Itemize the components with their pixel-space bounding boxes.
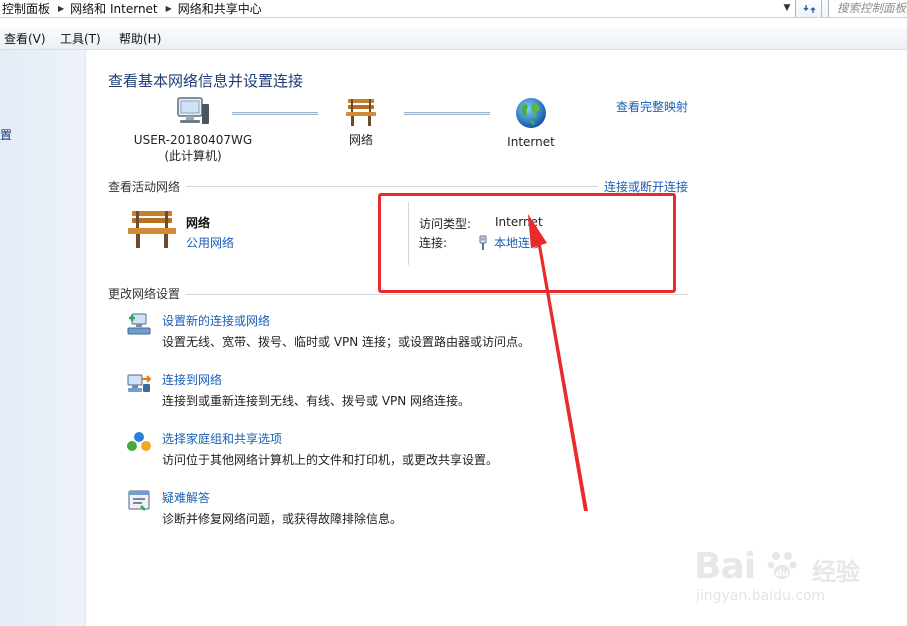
computer-icon [177, 97, 209, 124]
watermark-brand: Bai [694, 546, 756, 587]
troubleshoot-icon [128, 490, 150, 511]
section-divider [186, 294, 688, 295]
connect-to-network-desc: 连接到或重新连接到无线、有线、拨号或 VPN 网络连接。 [162, 394, 471, 408]
internet-label: Internet [507, 135, 555, 149]
view-full-map-link[interactable]: 查看完整映射 [616, 98, 688, 115]
baidu-jingyan-watermark: Bai du 经验 jingyan.baidu.com [694, 538, 894, 618]
nav-link-partial[interactable]: 置 [0, 126, 12, 143]
breadcrumb[interactable]: 控制面板 ▶ 网络和 Internet ▶ 网络和共享中心 [0, 0, 796, 17]
bench-icon [128, 211, 176, 248]
menu-help[interactable]: 帮助(H) [119, 30, 169, 47]
network-label: 网络 [348, 133, 373, 147]
menu-tools[interactable]: 工具(T) [60, 30, 115, 47]
active-networks-header: 查看活动网络 [108, 180, 181, 194]
paw-icon: du [767, 552, 797, 579]
page-title: 查看基本网络信息并设置连接 [108, 72, 304, 90]
menubar: 查看(V) 工具(T) 帮助(H) [0, 28, 907, 50]
homegroup-sharing-link[interactable]: 选择家庭组和共享选项 [162, 430, 282, 447]
address-dropdown-icon[interactable]: ▼ [778, 0, 796, 17]
troubleshoot-link[interactable]: 疑难解答 [162, 489, 210, 506]
breadcrumb-control-panel[interactable]: 控制面板 [0, 0, 54, 17]
map-connector-line [404, 112, 490, 115]
network-map-internet[interactable]: Internet [500, 96, 562, 150]
setup-new-connection-desc: 设置无线、宽带、拨号、临时或 VPN 连接；或设置路由器或访问点。 [162, 335, 531, 349]
setup-new-connection-link[interactable]: 设置新的连接或网络 [162, 312, 270, 329]
breadcrumb-separator-icon[interactable]: ▶ [162, 4, 176, 13]
refresh-icon [803, 5, 815, 13]
network-map-computer[interactable]: USER-20180407WG (此计算机) [128, 96, 258, 164]
homegroup-icon [127, 432, 151, 451]
search-input[interactable]: 搜索控制面板 [828, 0, 907, 17]
address-bar: 控制面板 ▶ 网络和 Internet ▶ 网络和共享中心 ▼ 搜索控制面板 [0, 0, 907, 18]
menu-view[interactable]: 查看(V) [4, 30, 56, 47]
homegroup-sharing-desc: 访问位于其他网络计算机上的文件和打印机，或更改共享设置。 [162, 453, 499, 467]
breadcrumb-network-sharing-center[interactable]: 网络和共享中心 [176, 0, 266, 17]
bench-icon [346, 99, 376, 126]
troubleshoot-desc: 诊断并修复网络问题，或获得故障排除信息。 [162, 512, 403, 526]
new-connection-icon [127, 313, 151, 335]
public-network-link[interactable]: 公用网络 [186, 234, 234, 251]
network-map-network[interactable]: 网络 [330, 96, 392, 148]
breadcrumb-separator-icon[interactable]: ▶ [54, 4, 68, 13]
computer-name: USER-20180407WG [133, 133, 253, 147]
svg-text:du: du [776, 569, 789, 579]
globe-icon [516, 98, 546, 128]
navigation-pane: 置 [0, 50, 86, 626]
change-settings-header: 更改网络设置 [108, 287, 181, 301]
section-divider [186, 186, 598, 187]
active-network-name: 网络 [186, 216, 211, 230]
watermark-url: jingyan.baidu.com [696, 588, 826, 604]
refresh-button[interactable] [798, 0, 822, 17]
watermark-brand-suffix: 经验 [812, 558, 860, 586]
connect-network-icon [127, 374, 152, 392]
annotation-highlight-box [378, 193, 676, 293]
computer-sub-label: (此计算机) [164, 149, 222, 163]
map-connector-line [232, 112, 318, 115]
connect-to-network-link[interactable]: 连接到网络 [162, 371, 222, 388]
breadcrumb-network-internet[interactable]: 网络和 Internet [68, 0, 161, 17]
